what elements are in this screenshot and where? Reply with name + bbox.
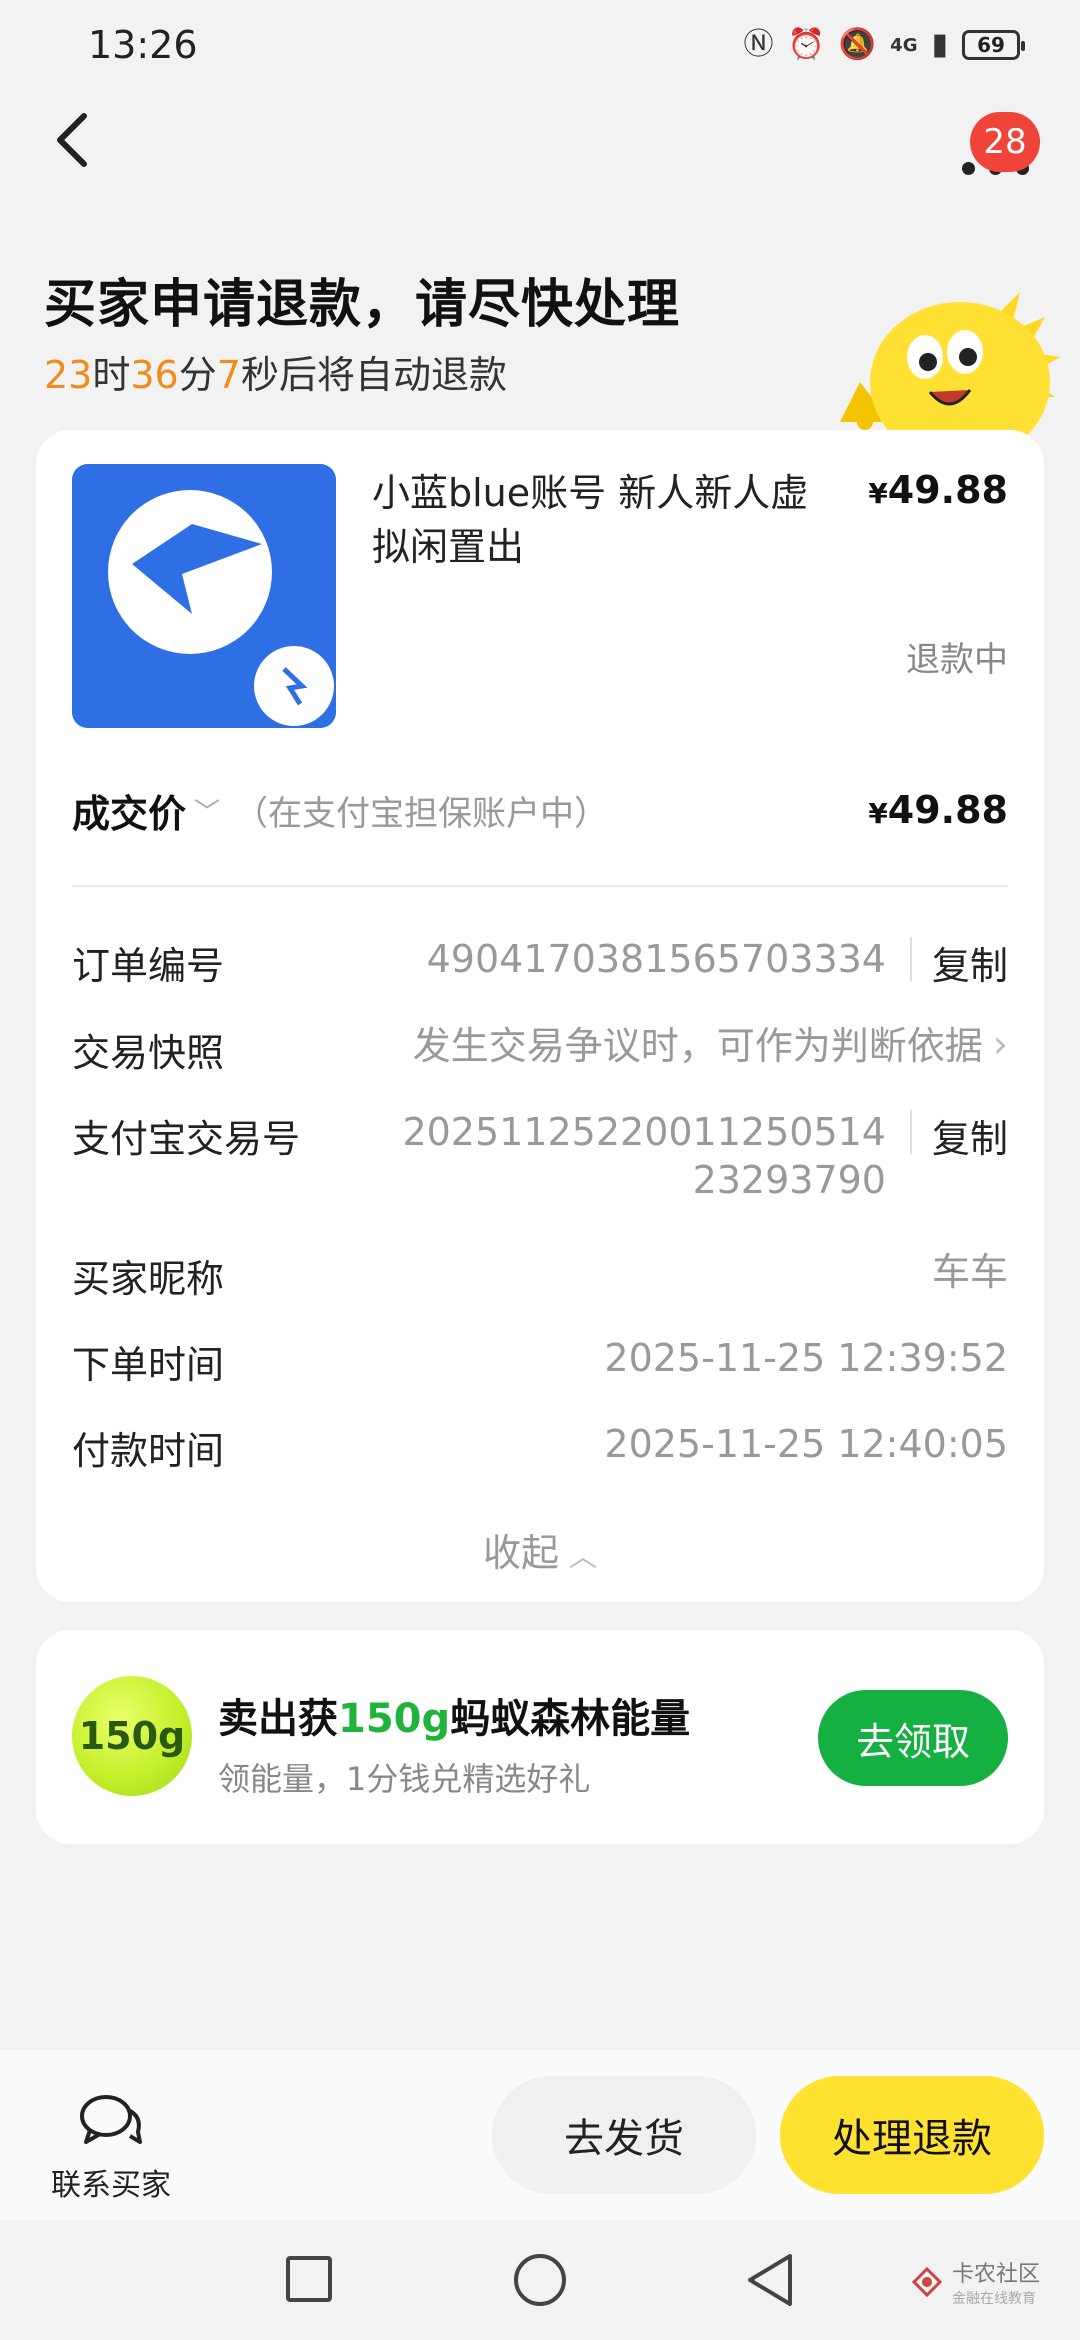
contact-buyer-button[interactable]: 联系买家 <box>46 2092 176 2204</box>
alipay-number-value: 20251125220011250514 23293790 <box>372 1108 886 1204</box>
home-icon[interactable] <box>514 2254 566 2306</box>
page-title: 买家申请退款，请尽快处理 <box>44 275 681 335</box>
alipay-number-line2: 23293790 <box>692 1158 886 1202</box>
buyer-row: 买家昵称 车车 <box>72 1248 1008 1303</box>
recent-apps-icon[interactable] <box>286 2256 332 2302</box>
order-number-value: 4904170381565703334 <box>426 937 886 981</box>
deal-price-note: （在支付宝担保账户中） <box>234 793 609 834</box>
product-price: ¥49.88 <box>868 468 1008 512</box>
alipay-number-line1: 20251125220011250514 <box>402 1110 886 1154</box>
snapshot-row[interactable]: 交易快照 发生交易争议时，可作为判断依据 › <box>72 1022 1008 1077</box>
copy-alipay-number-button[interactable]: 复制 <box>932 1108 1008 1163</box>
battery-icon: 69 <box>962 30 1025 60</box>
deal-price-value: 49.88 <box>887 788 1008 832</box>
divider <box>72 885 1008 887</box>
process-refund-button[interactable]: 处理退款 <box>780 2076 1044 2194</box>
mascot-icon <box>840 292 1060 452</box>
product-title[interactable]: 小蓝blue账号 新人新人虚拟闲置出 <box>372 466 832 574</box>
separator <box>909 937 912 981</box>
watermark: 卡农社区 金融在线教育 <box>910 2256 1040 2308</box>
watermark-main: 卡农社区 <box>951 2262 1040 2287</box>
countdown-seconds: 7 <box>216 353 241 397</box>
countdown-minutes: 36 <box>130 353 179 397</box>
product-status: 退款中 <box>906 640 1008 680</box>
back-arrow-icon <box>57 113 87 167</box>
energy-title-prefix: 卖出获 <box>218 1696 338 1742</box>
more-button[interactable]: 28 <box>950 112 1040 190</box>
product-image[interactable] <box>72 464 336 728</box>
signal-icon: ▮ <box>931 27 948 62</box>
claim-energy-button[interactable]: 去领取 <box>818 1690 1008 1786</box>
collapse-label: 收起 <box>482 1531 559 1575</box>
mute-icon: 🔕 <box>838 27 877 62</box>
pay-time-row: 付款时间 2025-11-25 12:40:05 <box>72 1420 1008 1475</box>
energy-title-suffix: 蚂蚁森林能量 <box>450 1696 691 1742</box>
collapse-button[interactable]: 收起 ︿ <box>36 1522 1044 1577</box>
refund-countdown: 23时36分7秒后将自动退款 <box>44 344 507 399</box>
order-number-label: 订单编号 <box>72 944 225 988</box>
pay-time-label: 付款时间 <box>72 1429 225 1473</box>
alipay-number-row: 支付宝交易号 20251125220011250514 23293790 复制 <box>72 1108 1008 1204</box>
snapshot-label: 交易快照 <box>72 1031 225 1075</box>
status-time: 13:26 <box>88 23 198 67</box>
order-number-row: 订单编号 4904170381565703334 复制 <box>72 935 1008 990</box>
nfc-icon: Ⓝ <box>743 27 774 62</box>
top-nav: 28 <box>0 80 1080 200</box>
deal-price-label: 成交价 <box>72 791 187 836</box>
energy-promo-card: 150g 卖出获150g蚂蚁森林能量 领能量，1分钱兑精选好礼 去领取 <box>36 1630 1044 1844</box>
order-time-label: 下单时间 <box>72 1343 225 1387</box>
alarm-icon: ⏰ <box>787 27 825 62</box>
back-button[interactable] <box>50 110 110 180</box>
deal-price: ¥49.88 <box>868 788 1008 832</box>
countdown-suffix: 秒后将自动退款 <box>240 353 507 397</box>
deal-price-row[interactable]: 成交价 ﹀ （在支付宝担保账户中） ¥49.88 <box>72 780 1008 840</box>
energy-subtitle: 领能量，1分钱兑精选好礼 <box>218 1760 591 1798</box>
bottom-action-bar: 联系买家 去发货 处理退款 <box>0 2050 1080 2220</box>
chat-bubble-icon <box>80 2095 142 2144</box>
deal-currency-symbol: ¥ <box>868 797 888 830</box>
chevron-up-icon: ︿ <box>569 1540 598 1573</box>
chevron-down-icon: ﹀ <box>194 797 221 828</box>
ship-button[interactable]: 去发货 <box>492 2076 756 2194</box>
system-nav-bar: 卡农社区 金融在线教育 <box>0 2220 1080 2340</box>
order-time-row: 下单时间 2025-11-25 12:39:52 <box>72 1334 1008 1389</box>
order-card: 小蓝blue账号 新人新人虚拟闲置出 ¥49.88 退款中 成交价 ﹀ （在支付… <box>36 430 1044 1602</box>
order-time-value: 2025-11-25 12:39:52 <box>604 1336 1008 1380</box>
separator <box>909 1110 912 1154</box>
status-bar: 13:26 Ⓝ ⏰ 🔕 4G ▮ 69 <box>0 0 1080 90</box>
countdown-minutes-unit: 分 <box>178 353 217 397</box>
copy-order-number-button[interactable]: 复制 <box>932 935 1008 990</box>
battery-level: 69 <box>977 33 1005 57</box>
contact-buyer-label: 联系买家 <box>51 2168 171 2203</box>
energy-title: 卖出获150g蚂蚁森林能量 <box>218 1686 690 1744</box>
pay-time-value: 2025-11-25 12:40:05 <box>604 1422 1008 1466</box>
alipay-number-label: 支付宝交易号 <box>72 1117 301 1161</box>
currency-symbol: ¥ <box>868 477 888 510</box>
buyer-label: 买家昵称 <box>72 1257 225 1301</box>
watermark-logo-icon <box>911 2266 943 2298</box>
buyer-value: 车车 <box>931 1250 1008 1294</box>
app-logo-icon <box>72 464 336 728</box>
notification-badge: 28 <box>970 112 1040 172</box>
status-icons: Ⓝ ⏰ 🔕 4G ▮ 69 <box>743 27 1025 62</box>
snapshot-value: 发生交易争议时，可作为判断依据 <box>412 1024 983 1068</box>
watermark-sub: 金融在线教育 <box>951 2291 1036 2307</box>
countdown-hours: 23 <box>44 353 93 397</box>
product-price-value: 49.88 <box>887 468 1008 512</box>
countdown-hours-unit: 时 <box>92 353 131 397</box>
energy-ball-icon: 150g <box>72 1676 192 1796</box>
energy-title-highlight: 150g <box>338 1696 451 1742</box>
network-label: 4G <box>890 34 918 56</box>
chevron-right-icon: › <box>992 1022 1008 1066</box>
system-back-icon[interactable] <box>742 2250 798 2310</box>
